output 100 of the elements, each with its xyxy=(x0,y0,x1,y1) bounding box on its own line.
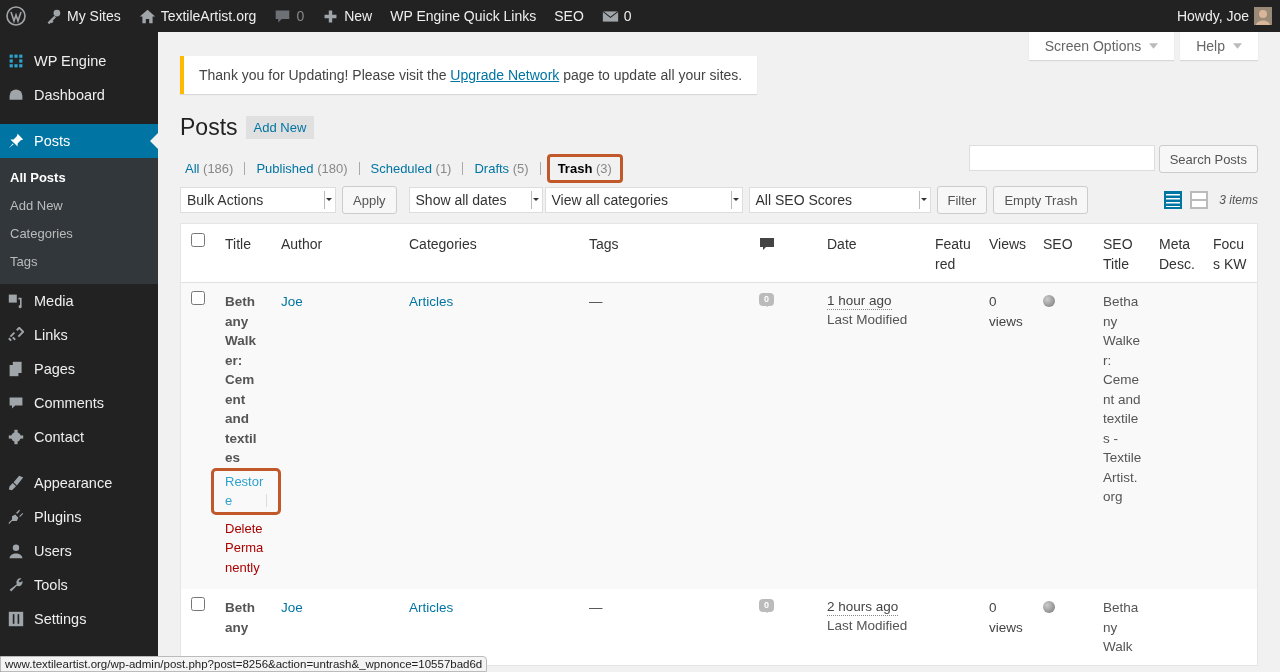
category-link[interactable]: Articles xyxy=(409,598,454,618)
dropdown[interactable]: Bulk Actions xyxy=(180,187,336,213)
sidebar-item[interactable]: Users xyxy=(0,534,158,568)
gauge-icon xyxy=(8,87,24,103)
wrench-icon xyxy=(8,577,24,593)
column-header[interactable]: Meta Desc. xyxy=(1159,234,1197,274)
status-url-tooltip: www.textileartist.org/wp-admin/post.php?post=8256&action=untrash&_wpnonce=10557bad6d xyxy=(0,656,488,672)
sidebar-item[interactable]: Dashboard xyxy=(0,78,158,112)
dropdown[interactable]: View all categories xyxy=(544,187,743,213)
date-text: 1 hour ago xyxy=(827,292,892,310)
seo-score-dot xyxy=(1043,601,1055,613)
speech-bubble-icon xyxy=(8,395,24,411)
post-title: Bethany xyxy=(225,599,256,637)
key-icon xyxy=(45,7,62,25)
delete-permanently-link[interactable]: Delete Permanently xyxy=(225,518,267,577)
admin-bar-link[interactable]: 0 xyxy=(592,0,641,32)
views-count: 0 views xyxy=(989,293,1024,331)
home-icon xyxy=(138,7,156,25)
column-header[interactable]: Date xyxy=(827,234,919,254)
row-checkbox[interactable] xyxy=(191,291,205,305)
avatar-icon xyxy=(1254,7,1272,25)
list-view-icon[interactable] xyxy=(1163,190,1184,210)
admin-bar-link[interactable]: SEO xyxy=(545,0,593,32)
plug-icon xyxy=(8,509,24,525)
status-filter[interactable]: All (186) xyxy=(180,156,239,181)
sidebar-item[interactable]: Contact xyxy=(0,420,158,454)
author-link[interactable]: Joe xyxy=(281,292,303,312)
upgrade-network-link[interactable]: Upgrade Network xyxy=(450,67,560,83)
paintbrush-icon xyxy=(8,475,24,491)
column-header[interactable]: SEO xyxy=(1043,234,1087,254)
admin-bar-link[interactable]: 0 xyxy=(265,0,314,32)
chain-link-icon xyxy=(8,327,24,343)
seo-title-text: Bethany Walk xyxy=(1103,599,1140,656)
column-header[interactable]: Author xyxy=(281,234,393,254)
admin-bar-link[interactable]: My Sites xyxy=(36,0,130,32)
status-filter[interactable]: Published (180) xyxy=(251,156,353,181)
column-header[interactable]: Title xyxy=(225,234,265,254)
add-new-button[interactable]: Add New xyxy=(245,116,315,139)
admin-bar-link[interactable]: New xyxy=(313,0,382,32)
sidebar-item[interactable]: Appearance xyxy=(0,466,158,500)
category-link[interactable]: Articles xyxy=(409,292,454,312)
row-checkbox[interactable] xyxy=(191,597,205,611)
admin-bar-link[interactable]: WP Engine Quick Links xyxy=(381,0,546,32)
page-title: Posts xyxy=(180,114,238,141)
media-icon xyxy=(8,293,24,309)
user-icon xyxy=(8,543,24,559)
search-field[interactable] xyxy=(968,145,1155,171)
sliders-icon xyxy=(8,611,24,627)
submenu-item[interactable]: Tags xyxy=(0,248,158,276)
dropdown[interactable]: All SEO Scores xyxy=(748,187,931,213)
screen-meta-tab[interactable]: Screen Options xyxy=(1028,32,1175,60)
sidebar-item[interactable]: Pages xyxy=(0,352,158,386)
column-header[interactable]: Focus KW xyxy=(1213,234,1251,274)
screen-meta-tab[interactable]: Help xyxy=(1180,32,1258,60)
gear-icon xyxy=(8,429,24,445)
column-header[interactable]: Views xyxy=(989,234,1027,254)
date-status: Last Modified xyxy=(827,617,908,635)
sidebar-item[interactable]: Posts xyxy=(0,124,158,158)
admin-bar-link[interactable]: TextileArtist.org xyxy=(129,0,266,32)
caret-icon xyxy=(1233,43,1242,49)
toolbar-button[interactable]: Empty Trash xyxy=(993,186,1089,214)
column-header[interactable]: Featured xyxy=(935,234,973,274)
date-text: 2 hours ago xyxy=(827,598,899,616)
date-status: Last Modified xyxy=(827,311,908,329)
toolbar-button[interactable]: Filter xyxy=(936,186,988,214)
seo-title-text: Bethany Walker: Cement and textiles - TextileArtist.org xyxy=(1103,293,1143,506)
dropdown[interactable]: Show all dates xyxy=(408,187,543,213)
items-count: 3 items xyxy=(1219,193,1258,207)
account-menu[interactable]: Howdy, Joe xyxy=(1167,0,1280,32)
seo-score-dot xyxy=(1043,295,1055,307)
status-filter[interactable]: Trash (3) xyxy=(546,154,623,183)
sidebar-item[interactable]: WP Engine xyxy=(0,44,158,78)
sidebar-item[interactable]: Media xyxy=(0,284,158,318)
sidebar-item[interactable]: Tools xyxy=(0,568,158,602)
pages-icon xyxy=(8,361,24,377)
sidebar-item[interactable]: Plugins xyxy=(0,500,158,534)
post-title: Bethany Walker: Cement and textiles xyxy=(225,293,258,467)
tags-cell-text: — xyxy=(589,293,603,311)
search-posts-button[interactable]: Search Posts xyxy=(1158,145,1258,173)
column-header[interactable]: Categories xyxy=(409,234,573,254)
select-all-checkbox[interactable] xyxy=(191,233,205,247)
status-filter[interactable]: Drafts (5) xyxy=(469,156,534,181)
views-count: 0 views xyxy=(989,599,1024,637)
comment-icon xyxy=(759,236,775,252)
column-header[interactable]: SEO Title xyxy=(1103,234,1143,274)
submenu-item[interactable]: Categories xyxy=(0,220,158,248)
submenu-item[interactable]: All Posts xyxy=(0,164,158,192)
author-link[interactable]: Joe xyxy=(281,598,303,618)
toolbar-button[interactable]: Apply xyxy=(342,186,397,214)
sidebar-item[interactable]: Links xyxy=(0,318,158,352)
caret-icon xyxy=(1149,43,1159,49)
status-filter[interactable]: Scheduled (1) xyxy=(365,156,457,181)
pushpin-icon xyxy=(8,133,24,149)
column-header[interactable]: Tags xyxy=(589,234,743,254)
grid-icon xyxy=(8,53,24,69)
notice-text: Thank you for Updating! Please visit the Upgrade Network page to update all your sites. xyxy=(199,67,743,83)
sidebar-item[interactable]: Comments xyxy=(0,386,158,420)
submenu-item[interactable]: Add New xyxy=(0,192,158,220)
wordpress-logo-icon[interactable] xyxy=(6,6,26,26)
sidebar-item[interactable]: Settings xyxy=(0,602,158,636)
